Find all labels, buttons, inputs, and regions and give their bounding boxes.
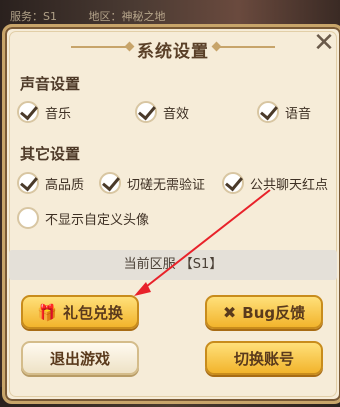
arrow-shaft xyxy=(141,189,271,291)
annotation-arrow xyxy=(134,189,271,296)
